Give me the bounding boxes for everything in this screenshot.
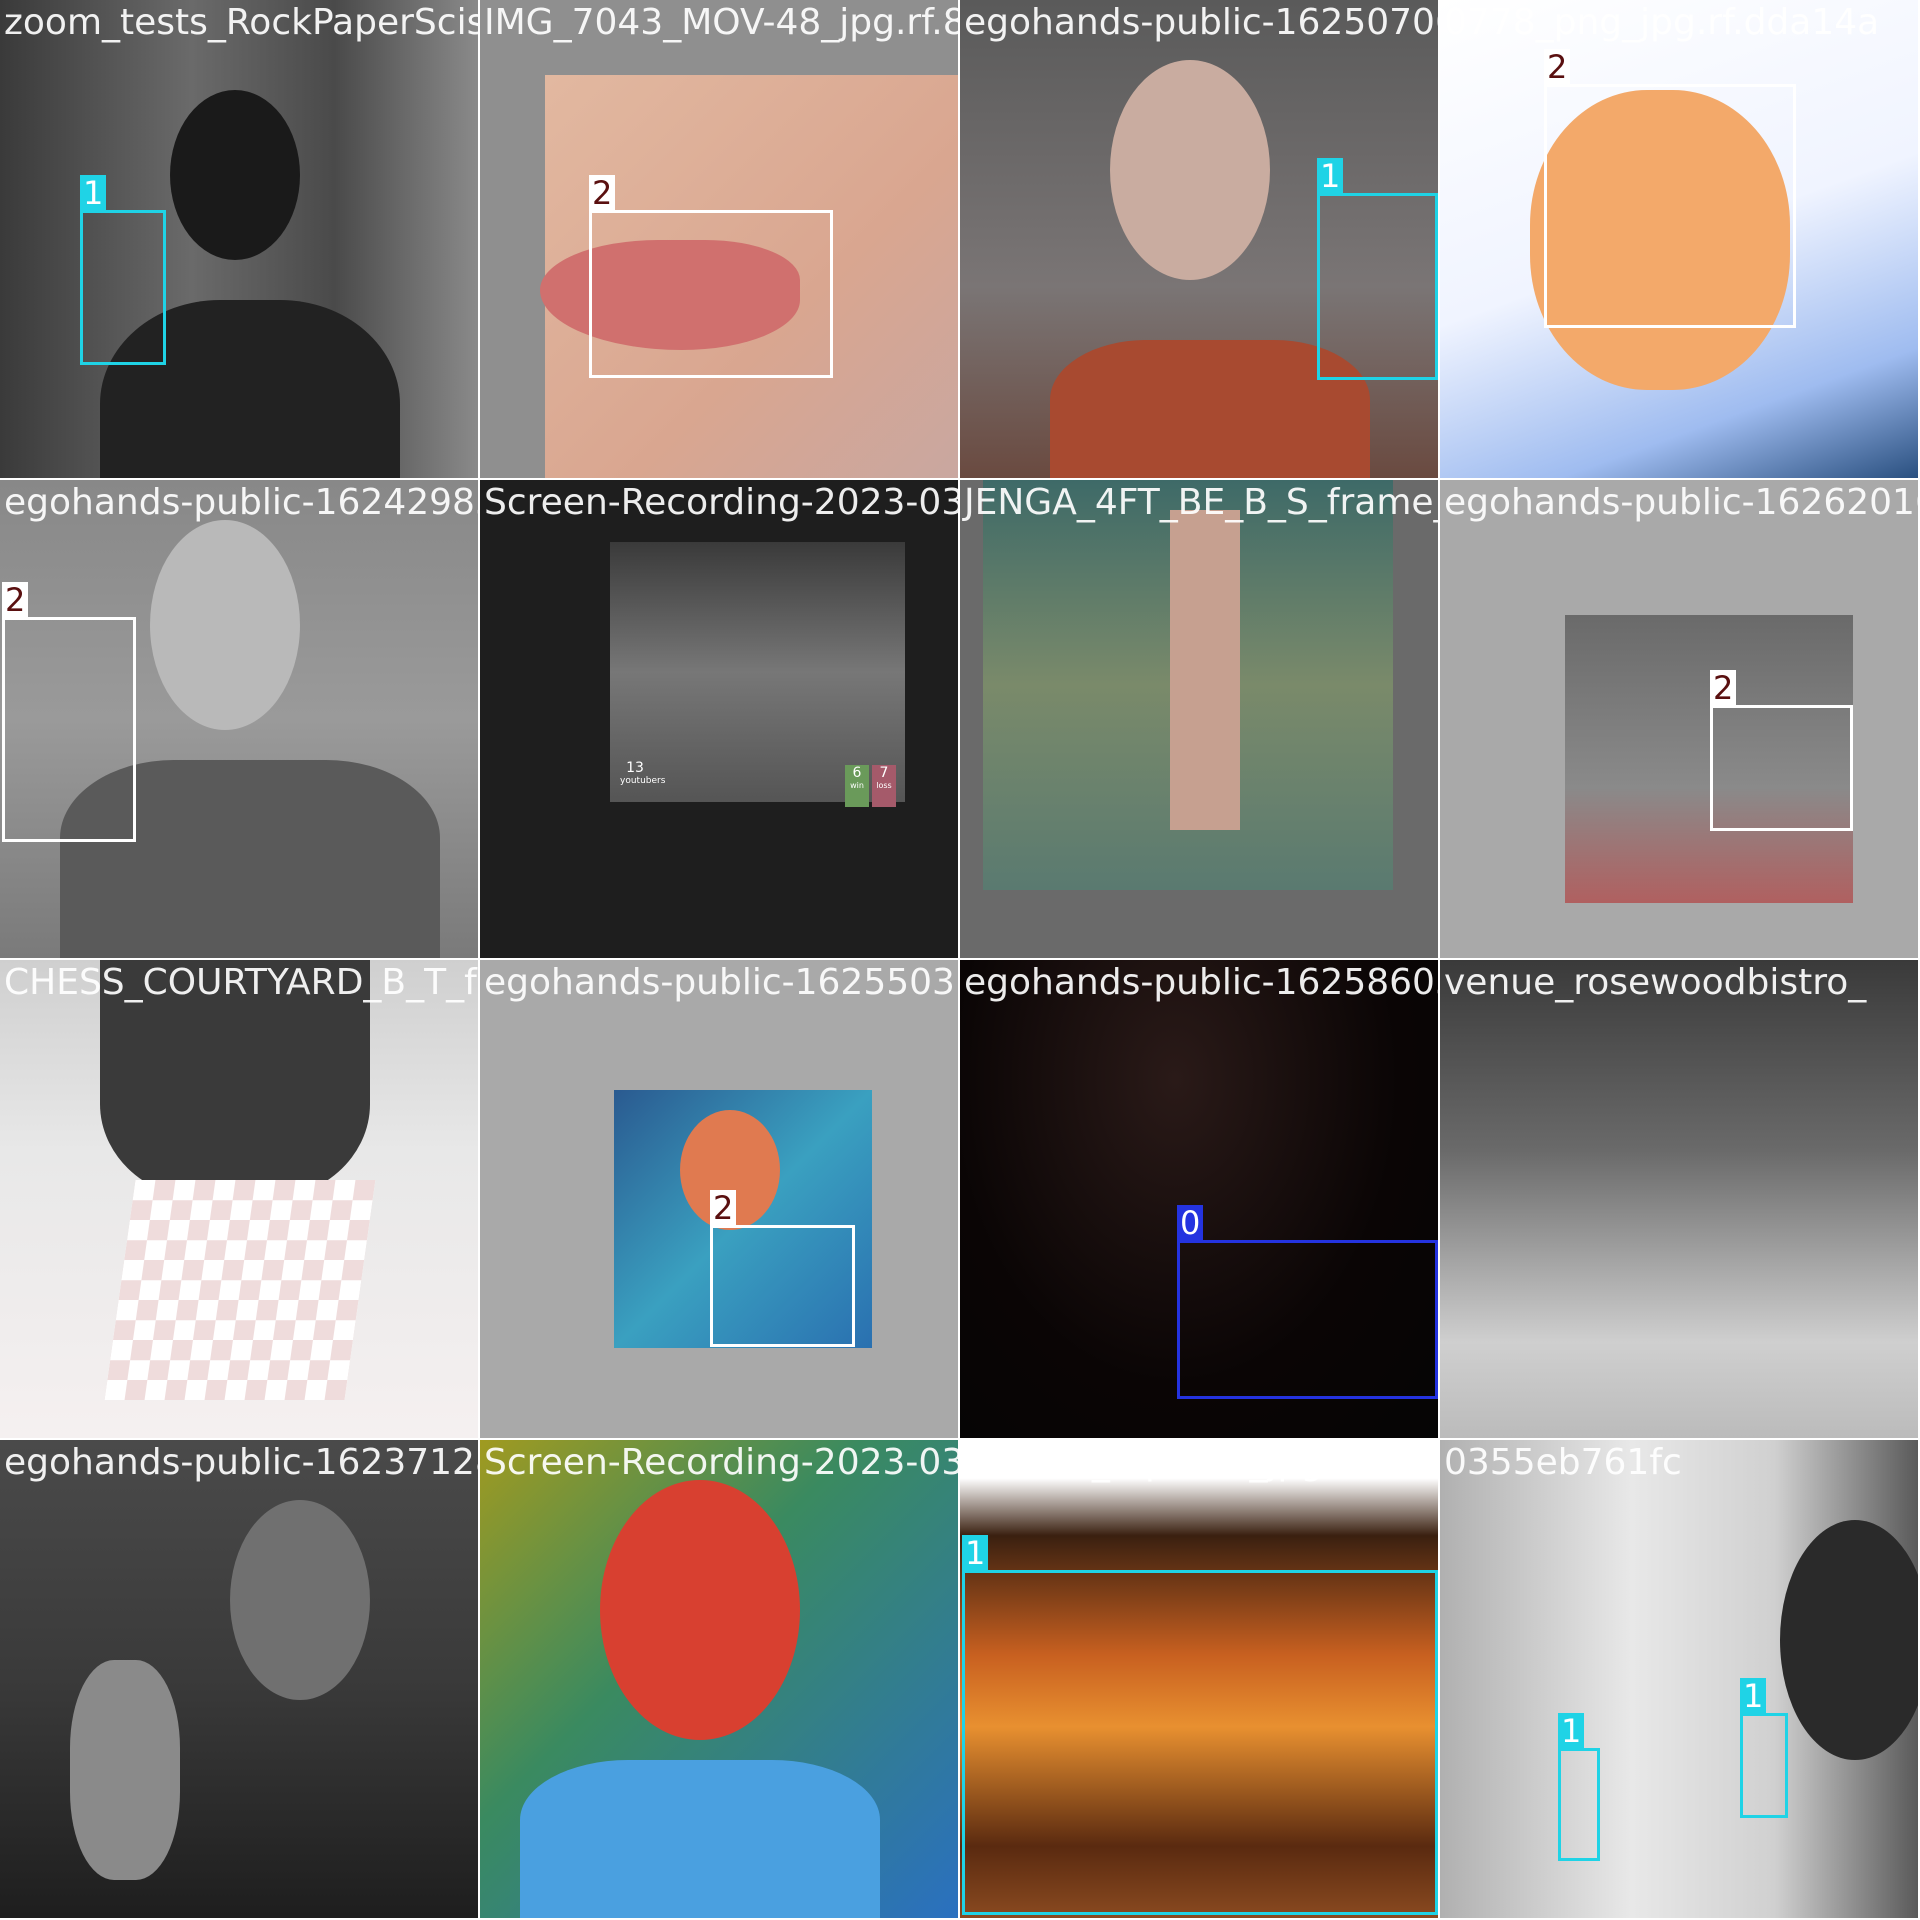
tile-filename: venue_rosewoodbistro_ [1444,962,1867,1003]
person-body [520,1760,880,1918]
bbox-class-2: 2 [589,175,833,378]
tile-filename: IMG_7043_MOV-48_jpg.rf.85c907454cb4716 [484,2,958,43]
tile-filename: 0355eb761fc [1444,1442,1682,1483]
score-loss-caption: loss [876,781,892,790]
person-face [1110,60,1270,280]
tile-filename: UNIT-IP_mp4-34_jpg.rf.1c71458201891799 [964,1442,1438,1483]
person-face [150,520,300,730]
bbox-label: 2 [2,582,29,618]
bbox-class-2: 2 [2,582,136,842]
photo-woman-glasses-office [0,1440,478,1918]
tile-filename: egohands-public-1625860390657_png_jpg [964,962,1438,1003]
bbox-class-2: 2 [1710,670,1853,831]
bbox-class-2: 2 [710,1190,855,1347]
bbox-label: 2 [1544,49,1571,85]
score-win-caption: win [850,781,864,790]
person-man [1780,1520,1918,1760]
bbox-label: 0 [1177,1205,1204,1241]
tile-9: CHESS_COURTYARD_B_T_frame_2300_jpg [0,960,478,1438]
tile-filename: 0778_png_jpg.rf.dda14a [1444,2,1880,43]
bbox-class-1: 1 [1740,1678,1788,1818]
score-win: 6 win [845,765,869,807]
tile-filename: egohands-public-1623712837807_png_jpg [4,1442,478,1483]
tile-filename: Screen-Recording-2023-03-1 [484,482,958,523]
mosaic-grid: 1 zoom_tests_RockPaperScissors-mohamed-m… [0,0,1920,1920]
tile-10: 2 egohands-public-1625503124 [480,960,958,1438]
bbox-class-1: 1 [962,1535,1438,1915]
bbox-class-1: 1 [1317,158,1438,380]
jenga-tower [1170,510,1240,830]
bbox-label: 1 [962,1535,989,1571]
tile-filename: Screen-Recording-2023-03-1Watt-RGB_18-34… [484,1442,958,1483]
tile-13: egohands-public-1623712837807_png_jpg [0,1440,478,1918]
tile-12: venue_rosewoodbistro_ [1440,960,1918,1438]
bbox-class-2: 2 [1544,49,1796,328]
bbox-label: 1 [80,175,107,211]
score-loss-value: 7 [879,765,889,781]
score-left: 13 youtubers [620,760,666,786]
person-face [600,1480,800,1740]
tile-6: 13 youtubers 6 win 7 loss Screen-Recordi… [480,480,958,958]
bbox-label: 2 [1710,670,1737,706]
tile-1: 1 zoom_tests_RockPaperScissors-mohamed-m… [0,0,478,478]
bbox-label: 2 [589,175,616,211]
tile-8: 2 egohands-public-162620162 [1440,480,1918,958]
bbox-label: 1 [1317,158,1344,194]
person-head [170,90,300,260]
tile-14: Screen-Recording-2023-03-1Watt-RGB_18-34… [480,1440,958,1918]
tile-filename: CHESS_COURTYARD_B_T_frame_2300_jpg [4,962,478,1003]
tile-filename: zoom_tests_RockPaperScissors-mohamed-mp4… [4,2,478,43]
photo-restaurant-interior [1440,960,1918,1438]
tile-5: 2 egohands-public-1624298526534_png_jpg [0,480,478,958]
photo-courtyard-video [610,542,905,802]
bbox-class-1: 1 [1558,1713,1600,1861]
score-left-value: 13 [626,760,644,776]
tile-15: 1 UNIT-IP_mp4-34_jpg.rf.1c71458201891799 [960,1440,1438,1918]
bbox-class-0: 0 [1177,1205,1438,1399]
tile-7: JENGA_4FT_BE_B_S_frame_0830_jpg [960,480,1438,958]
tile-4: 2 0778_png_jpg.rf.dda14a [1440,0,1918,478]
score-win-value: 6 [852,765,862,781]
bbox-class-1: 1 [80,175,166,365]
bbox-label: 2 [710,1190,737,1226]
score-left-caption: youtubers [620,776,666,786]
score-loss: 7 loss [872,765,896,807]
hand-shape [70,1660,180,1880]
tile-filename: egohands-public-1625503124 [484,962,958,1003]
tile-16: 1 1 0355eb761fc [1440,1440,1918,1918]
tile-filename: JENGA_4FT_BE_B_S_frame_0830_jpg [964,482,1438,523]
person-face [230,1500,370,1700]
tile-3: 1 egohands-public-1625070659778_png.rf.d… [960,0,1438,478]
bbox-label: 1 [1740,1678,1767,1714]
tile-filename: egohands-public-162620162 [1444,482,1918,523]
chessboard [104,1180,376,1400]
tile-2: 2 IMG_7043_MOV-48_jpg.rf.85c907454cb4716 [480,0,958,478]
tile-filename: egohands-public-1624298526534_png_jpg [4,482,478,523]
tile-11: 0 egohands-public-1625860390657_png_jpg [960,960,1438,1438]
tile-filename: egohands-public-1625070659778_png.rf.dda… [964,2,1438,43]
bbox-label: 1 [1558,1713,1585,1749]
